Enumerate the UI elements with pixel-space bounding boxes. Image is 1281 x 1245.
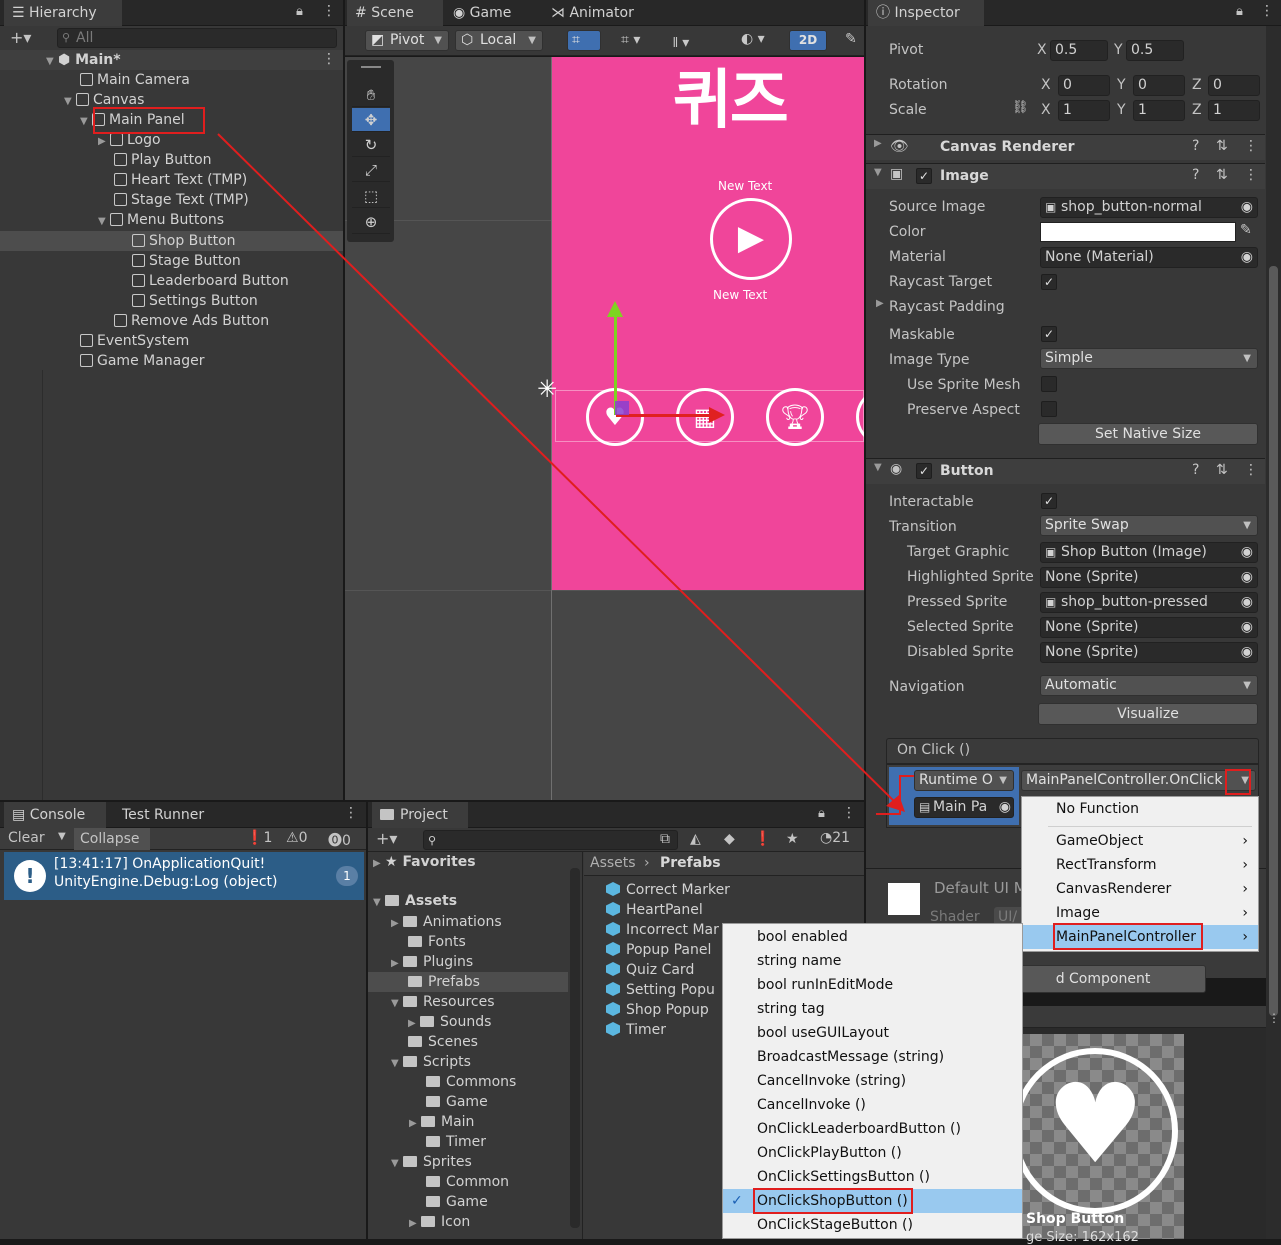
annotation-arrow (217, 133, 914, 815)
